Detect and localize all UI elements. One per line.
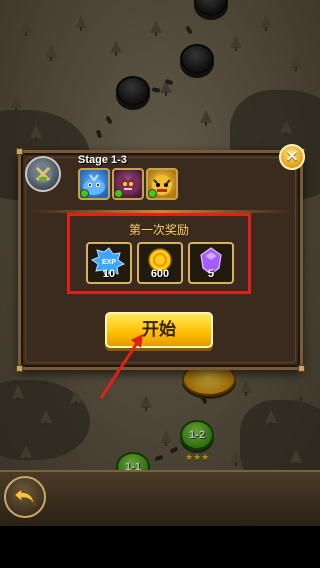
- reward-count: 5: [207, 268, 215, 280]
- close-button[interactable]: ✕: [279, 144, 305, 170]
- reward-count: 10: [102, 268, 116, 280]
- back-button[interactable]: [4, 476, 46, 518]
- enemy-level-dot: [148, 189, 157, 198]
- stage-badge: [25, 156, 61, 192]
- reward-count: 600: [150, 268, 170, 280]
- battle-icon: [34, 165, 52, 183]
- enemy-slot[interactable]: [112, 168, 144, 200]
- stage-title: Stage 1-3: [78, 154, 127, 166]
- bottom-bar: [0, 470, 320, 526]
- svg-text:EXP: EXP: [102, 259, 116, 266]
- enemy-level-dot: [80, 189, 89, 198]
- first-clear-reward-title: 第一次奖励: [128, 223, 189, 237]
- game-screen: 1-2 ★★★ 1-1 ★★★ Stage 1-3: [0, 0, 320, 568]
- reward-slot-exp[interactable]: EXP 10: [86, 242, 132, 284]
- reward-slot-gold[interactable]: 600: [137, 242, 183, 284]
- enemy-level-dot: [114, 189, 123, 198]
- reward-slot-gem[interactable]: 5: [188, 242, 234, 284]
- frame-corner: [16, 365, 23, 372]
- frame-corner: [298, 365, 305, 372]
- frame-corner: [16, 148, 23, 155]
- enemy-slot[interactable]: [78, 168, 110, 200]
- pointer-arrow-icon: [99, 334, 143, 399]
- back-arrow-icon: [12, 486, 36, 507]
- enemy-slot[interactable]: [146, 168, 178, 200]
- system-nav-bar: [0, 526, 320, 568]
